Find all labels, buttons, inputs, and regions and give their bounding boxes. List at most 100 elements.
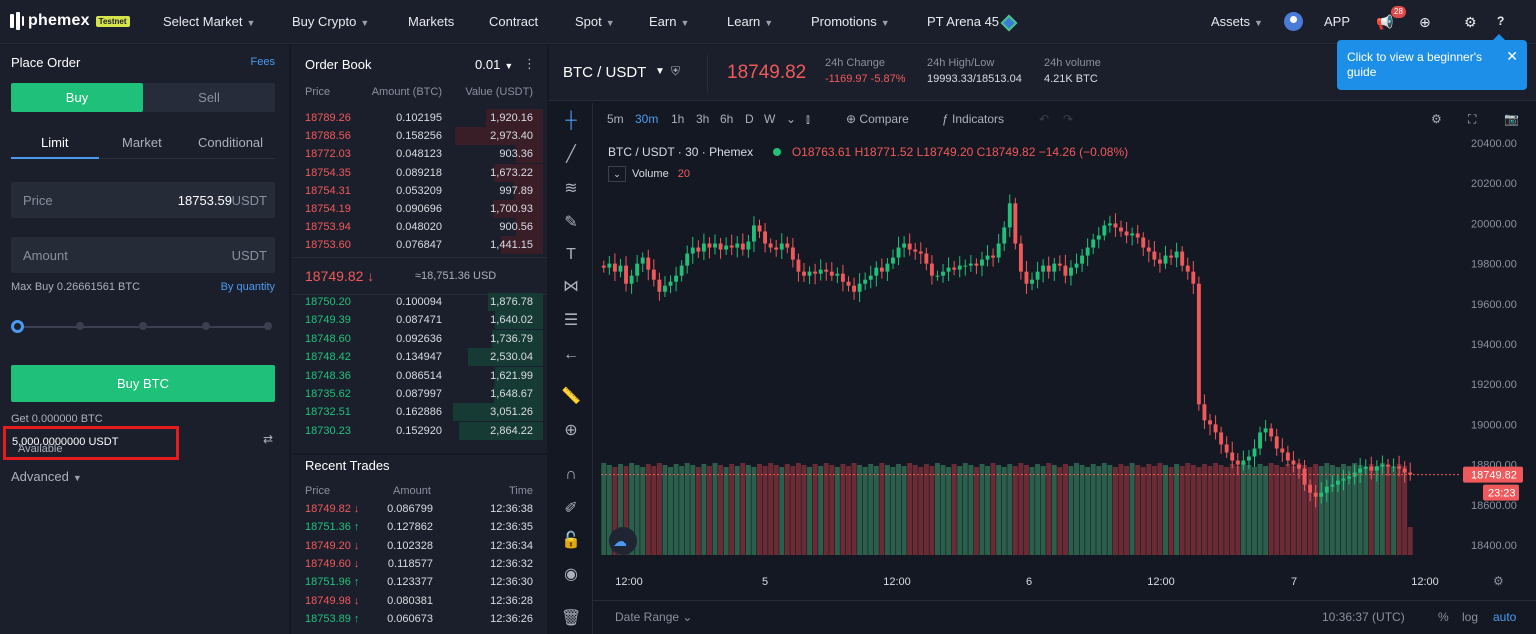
- magnet-icon[interactable]: ∩: [561, 465, 581, 485]
- candle-type-icon[interactable]: ⫾: [806, 112, 810, 127]
- trend-line-icon[interactable]: ╱: [561, 145, 581, 165]
- interval-w[interactable]: W: [764, 112, 775, 126]
- bid-row[interactable]: 18750.20 0.100094 1,876.78: [291, 293, 547, 311]
- ask-row[interactable]: 18754.35 0.089218 1,673.22: [291, 163, 547, 182]
- interval-6h[interactable]: 6h: [720, 112, 733, 126]
- volume-bar: [1246, 465, 1252, 555]
- indicators-button[interactable]: ƒ Indicators: [942, 112, 1004, 126]
- date-range-button[interactable]: Date Range ⌄: [615, 610, 692, 624]
- bid-row[interactable]: 18735.62 0.087997 1,648.67: [291, 385, 547, 403]
- trade-amount: 0.123377: [387, 576, 433, 589]
- phemex-logo[interactable]: phemex Testnet: [10, 12, 130, 30]
- arrow-left-icon[interactable]: ←: [561, 345, 581, 365]
- ask-row[interactable]: 18754.19 0.090696 1,700.93: [291, 200, 547, 218]
- gear-icon[interactable]: ⚙: [1464, 14, 1477, 31]
- interval-3h[interactable]: 3h: [696, 112, 709, 126]
- bid-row[interactable]: 18732.51 0.162886 3,051.26: [291, 403, 547, 422]
- collapse-icon[interactable]: ⌄: [608, 166, 626, 182]
- slider-step[interactable]: [76, 322, 84, 330]
- nav-contract[interactable]: Contract: [489, 14, 538, 29]
- camera-icon[interactable]: 📷: [1504, 112, 1519, 126]
- ask-row[interactable]: 18788.56 0.158256 2,973.40: [291, 127, 547, 146]
- slider-step[interactable]: [264, 322, 272, 330]
- buy-tab[interactable]: Buy: [11, 83, 143, 112]
- megaphone-icon[interactable]: 📢: [1376, 14, 1393, 31]
- avatar[interactable]: [1284, 12, 1303, 31]
- candle-body: [824, 269, 829, 272]
- nav-spot[interactable]: Spot ▼: [575, 14, 615, 29]
- fees-link[interactable]: Fees: [251, 56, 275, 68]
- bid-row[interactable]: 18748.60 0.092636 1,736.79: [291, 329, 547, 348]
- interval-d[interactable]: D: [745, 112, 754, 126]
- bid-row[interactable]: 18749.39 0.087471 1,640.02: [291, 311, 547, 330]
- globe-icon[interactable]: ⊕: [1419, 14, 1431, 31]
- bid-value: 3,051.26: [490, 406, 533, 419]
- ask-row[interactable]: 18772.03 0.048123 903.36: [291, 145, 547, 164]
- pattern-icon[interactable]: ⋈: [561, 277, 581, 297]
- beginner-guide-tooltip[interactable]: Click to view a beginner's guide ✕: [1337, 34, 1527, 90]
- transfer-icon[interactable]: ⇄: [263, 432, 273, 446]
- stay-drawing-icon[interactable]: ✐: [561, 499, 581, 519]
- slider-step[interactable]: [202, 322, 210, 330]
- zoom-in-icon[interactable]: ⊕: [561, 421, 581, 441]
- bid-row[interactable]: 18748.42 0.134947 2,530.04: [291, 348, 547, 367]
- nav-markets[interactable]: Markets: [408, 14, 454, 29]
- sell-tab[interactable]: Sell: [143, 83, 275, 112]
- ruler-icon[interactable]: 📏: [561, 387, 581, 407]
- chart-bottom-bar: Date Range ⌄ 10:36:37 (UTC) % log auto: [593, 600, 1536, 634]
- interval-5m[interactable]: 5m: [607, 112, 624, 126]
- ask-row[interactable]: 18754.31 0.053209 997.89: [291, 181, 547, 200]
- by-quantity-link[interactable]: By quantity: [221, 281, 275, 293]
- trash-icon[interactable]: 🗑: [561, 609, 581, 629]
- bid-row[interactable]: 18730.23 0.152920 2,864.22: [291, 421, 547, 440]
- auto-toggle[interactable]: auto: [1493, 610, 1516, 624]
- ask-row[interactable]: 18753.60 0.076847 1,441.15: [291, 236, 547, 255]
- ask-row[interactable]: 18753.94 0.048020 900.56: [291, 218, 547, 237]
- fullscreen-icon[interactable]: ⛶: [1468, 112, 1476, 127]
- nav-promotions[interactable]: Promotions ▼: [811, 14, 890, 29]
- price-field[interactable]: Price 18753.59 USDT: [11, 182, 275, 218]
- precision-select[interactable]: 0.01 ▼: [475, 57, 513, 72]
- menu-icon[interactable]: ⋮: [523, 56, 536, 72]
- slider-handle[interactable]: [11, 320, 24, 333]
- eye-icon[interactable]: ◉: [561, 565, 581, 585]
- ask-row[interactable]: 18789.26 0.102195 1,920.16: [291, 109, 547, 127]
- nav-learn[interactable]: Learn ▼: [727, 14, 773, 29]
- percent-toggle[interactable]: %: [1438, 610, 1449, 624]
- favorite-icon[interactable]: ⛨: [671, 64, 680, 79]
- buy-btc-button[interactable]: Buy BTC: [11, 365, 275, 402]
- chevron-down-icon[interactable]: ▼: [655, 66, 665, 77]
- nav-earn[interactable]: Earn ▼: [649, 14, 689, 29]
- measure-icon[interactable]: ☰: [561, 311, 581, 331]
- close-icon[interactable]: ✕: [1506, 49, 1518, 64]
- slider-step[interactable]: [139, 322, 147, 330]
- fib-icon[interactable]: ≋: [561, 179, 581, 199]
- advanced-toggle[interactable]: Advanced ▼: [11, 469, 82, 484]
- tab-conditional[interactable]: Conditional: [198, 135, 263, 150]
- amount-field[interactable]: Amount USDT: [11, 237, 275, 273]
- symbol-selector[interactable]: BTC / USDT: [563, 64, 646, 81]
- nav-assets[interactable]: Assets ▼: [1211, 14, 1263, 29]
- price-chart[interactable]: 20400.00 20200.00 20000.00 19800.00 19600.00…: [593, 133, 1536, 600]
- nav-select-market[interactable]: Select Market ▼: [163, 14, 255, 29]
- lock-icon[interactable]: 🔓: [561, 531, 581, 551]
- brush-icon[interactable]: ✎: [561, 213, 581, 233]
- undo-icon[interactable]: ↶: [1039, 112, 1049, 126]
- nav-pt-arena[interactable]: PT Arena 45: [927, 14, 1018, 32]
- tab-limit[interactable]: Limit: [41, 135, 68, 150]
- interval-1h[interactable]: 1h: [671, 112, 684, 126]
- bid-row[interactable]: 18748.36 0.086514 1,621.99: [291, 366, 547, 385]
- crosshair-icon[interactable]: ┼: [561, 111, 581, 131]
- compare-button[interactable]: ⊕ Compare: [846, 112, 909, 126]
- ask-value: 1,700.93: [490, 203, 533, 215]
- help-icon[interactable]: ?: [1497, 14, 1504, 28]
- redo-icon[interactable]: ↷: [1063, 112, 1073, 126]
- chevron-down-icon[interactable]: ⌄: [786, 112, 796, 126]
- text-icon[interactable]: T: [561, 245, 581, 265]
- interval-30m[interactable]: 30m: [635, 112, 658, 126]
- nav-buy-crypto[interactable]: Buy Crypto ▼: [292, 14, 369, 29]
- nav-app[interactable]: APP: [1324, 14, 1350, 29]
- tab-market[interactable]: Market: [122, 135, 162, 150]
- chart-settings-icon[interactable]: ⚙: [1431, 112, 1442, 126]
- log-toggle[interactable]: log: [1462, 610, 1478, 624]
